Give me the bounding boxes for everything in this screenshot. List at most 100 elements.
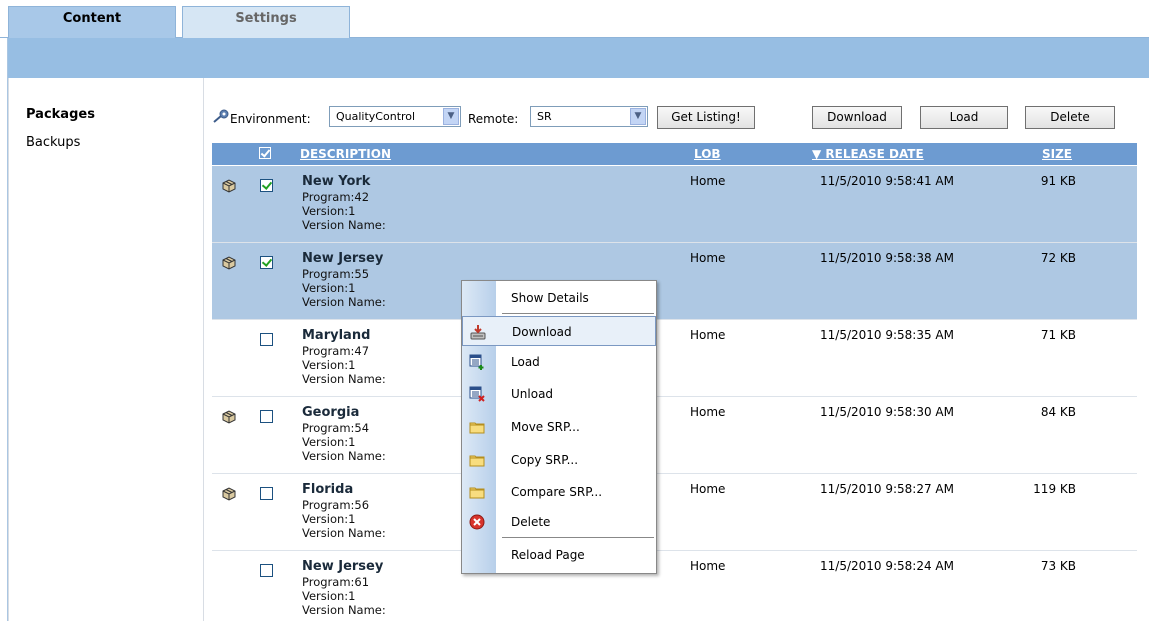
sidebar-item-backups[interactable]: Backups [26,135,80,150]
remote-label: Remote: [468,112,519,126]
row-release-date: 11/5/2010 9:58:27 AM [820,482,954,496]
row-title: New Jersey [302,251,384,266]
menu-item-move-srp[interactable]: Move SRP... [462,412,656,442]
tab-bar: Content Settings [0,0,1149,39]
menu-item-delete[interactable]: Delete [462,507,656,537]
table-row[interactable]: Georgia Program:54 Version:1 Version Name: H… [212,397,1137,474]
row-version: Version:1 [302,435,356,449]
tab-settings[interactable]: Settings [182,6,350,38]
tab-content[interactable]: Content [8,6,176,39]
menu-item-label: Reload Page [511,548,585,562]
row-release-date: 11/5/2010 9:58:30 AM [820,405,954,419]
package-icon [221,486,237,502]
folder-icon [469,487,485,499]
menu-item-show-details[interactable]: Show Details [462,283,656,313]
row-program: Program:54 [302,421,370,435]
row-size: 84 KB [1040,405,1076,419]
remote-value: SR [537,110,552,123]
grid-header: DESCRIPTION LOB ▼ RELEASE DATE SIZE [212,143,1137,165]
row-checkbox[interactable] [260,564,273,577]
package-icon [221,178,237,194]
chevron-down-icon[interactable]: ▼ [630,108,646,125]
sidebar-item-packages[interactable]: Packages [26,107,95,122]
row-release-date: 11/5/2010 9:58:41 AM [820,174,954,188]
column-size[interactable]: SIZE [1042,147,1072,161]
download-icon [470,325,486,340]
row-checkbox[interactable] [260,487,273,500]
row-version-name: Version Name: [302,218,386,232]
remote-select[interactable]: SR ▼ [530,106,648,127]
load-icon [469,354,484,370]
context-menu: Show Details Download Load Unload Move S… [461,280,657,574]
menu-item-label: Unload [511,387,554,401]
table-row[interactable]: Florida Program:56 Version:1 Version Name: H… [212,474,1137,551]
row-lob: Home [690,482,726,496]
menu-item-label: Load [511,355,540,369]
unload-icon [469,386,485,402]
menu-separator [502,313,654,314]
row-checkbox[interactable] [260,333,273,346]
menu-item-label: Delete [511,515,551,529]
menu-item-load[interactable]: Load [462,347,656,377]
column-lob[interactable]: LOB [694,147,721,161]
download-button[interactable]: Download [812,106,902,129]
select-all-checkbox[interactable] [259,147,271,159]
row-version: Version:1 [302,512,356,526]
row-lob: Home [690,559,726,573]
environment-label: Environment: [230,112,311,126]
menu-item-label: Move SRP... [511,420,580,434]
row-lob: Home [690,251,726,265]
key-icon [213,109,229,123]
row-version-name: Version Name: [302,372,386,386]
row-title: Georgia [302,405,360,420]
menu-item-label: Show Details [511,291,589,305]
row-size: 73 KB [1040,559,1076,573]
row-version: Version:1 [302,589,356,603]
environment-value: QualityControl [336,110,416,123]
row-checkbox[interactable] [260,179,273,192]
menu-separator [502,537,654,538]
row-checkbox[interactable] [260,256,273,269]
row-size: 71 KB [1040,328,1076,342]
table-row[interactable]: New Jersey Program:55 Version:1 Version Nam… [212,243,1137,320]
row-release-date: 11/5/2010 9:58:24 AM [820,559,954,573]
row-checkbox[interactable] [260,410,273,423]
menu-item-unload[interactable]: Unload [462,379,656,409]
column-release-date[interactable]: ▼ RELEASE DATE [812,147,924,161]
row-release-date: 11/5/2010 9:58:35 AM [820,328,954,342]
get-listing-button[interactable]: Get Listing! [657,106,755,129]
menu-item-label: Compare SRP... [511,485,603,499]
row-lob: Home [690,328,726,342]
menu-item-label: Copy SRP... [511,453,579,467]
left-gutter [0,38,8,621]
row-version: Version:1 [302,358,356,372]
row-program: Program:47 [302,344,370,358]
table-row[interactable]: Maryland Program:47 Version:1 Version Name:… [212,320,1137,397]
table-row[interactable]: New Jersey Program:61 Version:1 Version Nam… [212,551,1137,621]
menu-item-download[interactable]: Download [462,316,656,346]
row-size: 72 KB [1040,251,1076,265]
chevron-down-icon[interactable]: ▼ [443,108,459,125]
delete-button[interactable]: Delete [1025,106,1115,129]
row-program: Program:56 [302,498,370,512]
row-version-name: Version Name: [302,295,386,309]
load-button[interactable]: Load [920,106,1008,129]
row-lob: Home [690,405,726,419]
row-title: New Jersey [302,559,384,574]
row-version: Version:1 [302,281,356,295]
row-size: 119 KB [1033,482,1076,496]
table-row[interactable]: New York Program:42 Version:1 Version Name:… [212,166,1137,243]
row-program: Program:55 [302,267,370,281]
environment-select[interactable]: QualityControl ▼ [329,106,461,127]
package-icon [221,255,237,271]
menu-item-compare-srp[interactable]: Compare SRP... [462,477,656,507]
menu-item-reload-page[interactable]: Reload Page [462,540,656,570]
sidebar [8,78,204,621]
row-size: 91 KB [1040,174,1076,188]
row-title: New York [302,174,371,189]
row-title: Florida [302,482,354,497]
header-band [8,38,1149,78]
column-description[interactable]: DESCRIPTION [300,147,391,161]
menu-item-copy-srp[interactable]: Copy SRP... [462,445,656,475]
row-version: Version:1 [302,204,356,218]
